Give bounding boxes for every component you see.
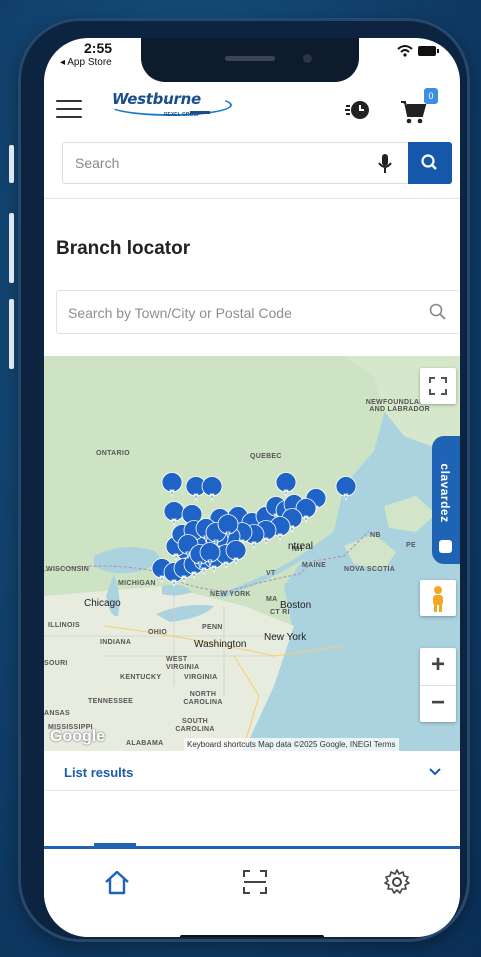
wifi-battery-icon bbox=[397, 45, 439, 57]
back-to-app-store[interactable]: ◂ App Store bbox=[60, 57, 112, 68]
logo-text: Westburne bbox=[112, 90, 201, 108]
app-header: Westburne REXEL GROUP 0 bbox=[44, 88, 460, 134]
notch bbox=[141, 38, 359, 82]
branch-pin[interactable] bbox=[201, 476, 223, 502]
zoom-in-button[interactable]: + bbox=[420, 648, 456, 684]
cart-count-badge: 0 bbox=[424, 88, 438, 104]
branch-map[interactable]: ONTARIO QUEBEC NEWFOUNDLAND AND LABRADOR… bbox=[44, 356, 460, 751]
branch-pin[interactable] bbox=[161, 472, 183, 498]
page-title: Branch locator bbox=[56, 238, 191, 259]
tab-scan[interactable] bbox=[240, 867, 270, 897]
branch-pin[interactable] bbox=[163, 501, 185, 527]
silent-switch bbox=[9, 145, 14, 183]
home-icon bbox=[105, 870, 129, 895]
branch-search-placeholder: Search by Town/City or Postal Code bbox=[68, 305, 292, 321]
pegman-icon bbox=[433, 586, 443, 612]
phone-screen: 2:55 ◂ App Store Westburne REXEL GROUP 0… bbox=[44, 38, 460, 937]
hamburger-icon[interactable] bbox=[56, 100, 82, 118]
branch-pins bbox=[151, 472, 357, 588]
list-results-toggle[interactable]: List results bbox=[64, 765, 133, 780]
volume-up-button bbox=[9, 213, 14, 283]
branch-pin[interactable] bbox=[275, 472, 297, 498]
zoom-out-button[interactable]: − bbox=[420, 685, 456, 722]
gear-icon bbox=[384, 869, 410, 894]
pegman-button[interactable] bbox=[420, 580, 456, 616]
google-logo[interactable]: Google bbox=[50, 728, 105, 746]
header-divider bbox=[44, 198, 460, 199]
active-tab-indicator bbox=[94, 843, 136, 847]
status-time: 2:55 bbox=[84, 40, 113, 56]
fullscreen-icon bbox=[429, 377, 447, 395]
fullscreen-button[interactable] bbox=[420, 368, 456, 404]
search-icon[interactable] bbox=[429, 303, 447, 321]
zoom-controls: + − bbox=[420, 648, 456, 722]
mic-icon[interactable] bbox=[377, 153, 393, 175]
list-divider bbox=[44, 790, 460, 791]
speaker bbox=[225, 56, 275, 61]
search-input[interactable]: Search bbox=[62, 142, 408, 184]
clavardez-chat-widget[interactable]: clavardez bbox=[432, 436, 460, 564]
logo-bar bbox=[190, 111, 210, 114]
bottom-tab-bar bbox=[44, 843, 460, 937]
westburne-logo[interactable]: Westburne REXEL GROUP bbox=[104, 88, 234, 128]
home-indicator bbox=[180, 935, 324, 937]
chevron-down-icon[interactable] bbox=[428, 766, 442, 776]
search-button[interactable] bbox=[408, 142, 452, 184]
branch-search-input[interactable]: Search by Town/City or Postal Code bbox=[56, 290, 460, 334]
chat-icon bbox=[439, 540, 452, 553]
search-icon bbox=[421, 154, 437, 170]
map-attribution[interactable]: Keyboard shortcuts Map data ©2025 Google… bbox=[184, 738, 399, 751]
tab-home[interactable] bbox=[102, 867, 132, 897]
branch-pin[interactable] bbox=[335, 476, 357, 502]
status-icons bbox=[396, 44, 440, 61]
front-camera bbox=[303, 54, 312, 63]
tab-settings[interactable] bbox=[382, 867, 412, 897]
clavardez-label: clavardez bbox=[438, 463, 452, 523]
clock-icon[interactable] bbox=[344, 96, 372, 124]
search-placeholder: Search bbox=[75, 155, 120, 171]
scan-icon bbox=[243, 870, 267, 894]
volume-down-button bbox=[9, 299, 14, 369]
